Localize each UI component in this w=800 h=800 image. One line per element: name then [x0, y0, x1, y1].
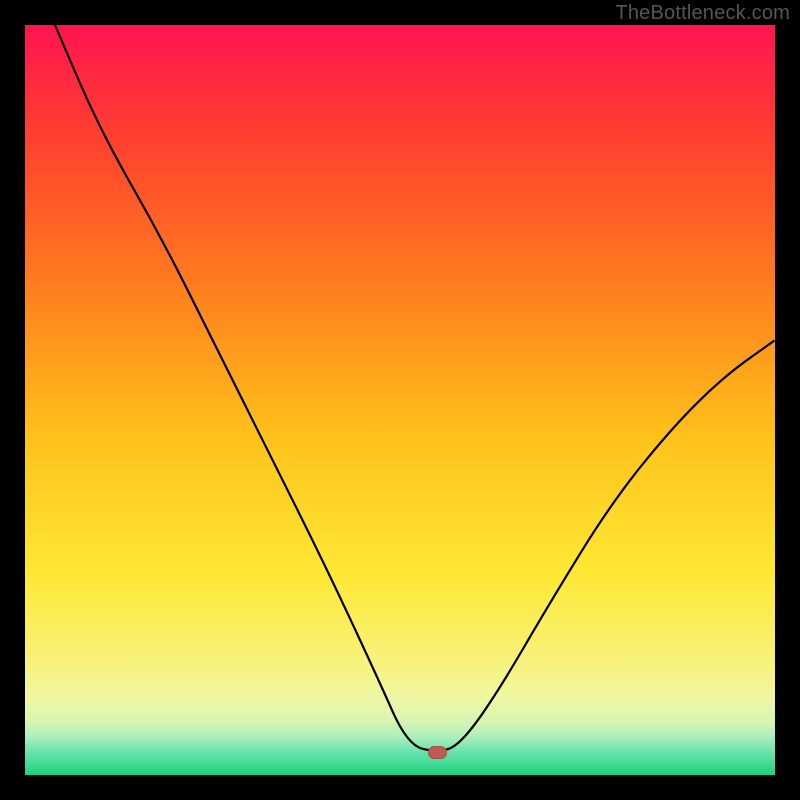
chart-svg [25, 25, 775, 775]
plot-area [25, 25, 775, 775]
gradient-background [25, 25, 775, 775]
watermark-text: TheBottleneck.com [615, 2, 790, 25]
chart-frame: TheBottleneck.com [0, 0, 800, 800]
optimal-marker-icon [429, 747, 447, 759]
